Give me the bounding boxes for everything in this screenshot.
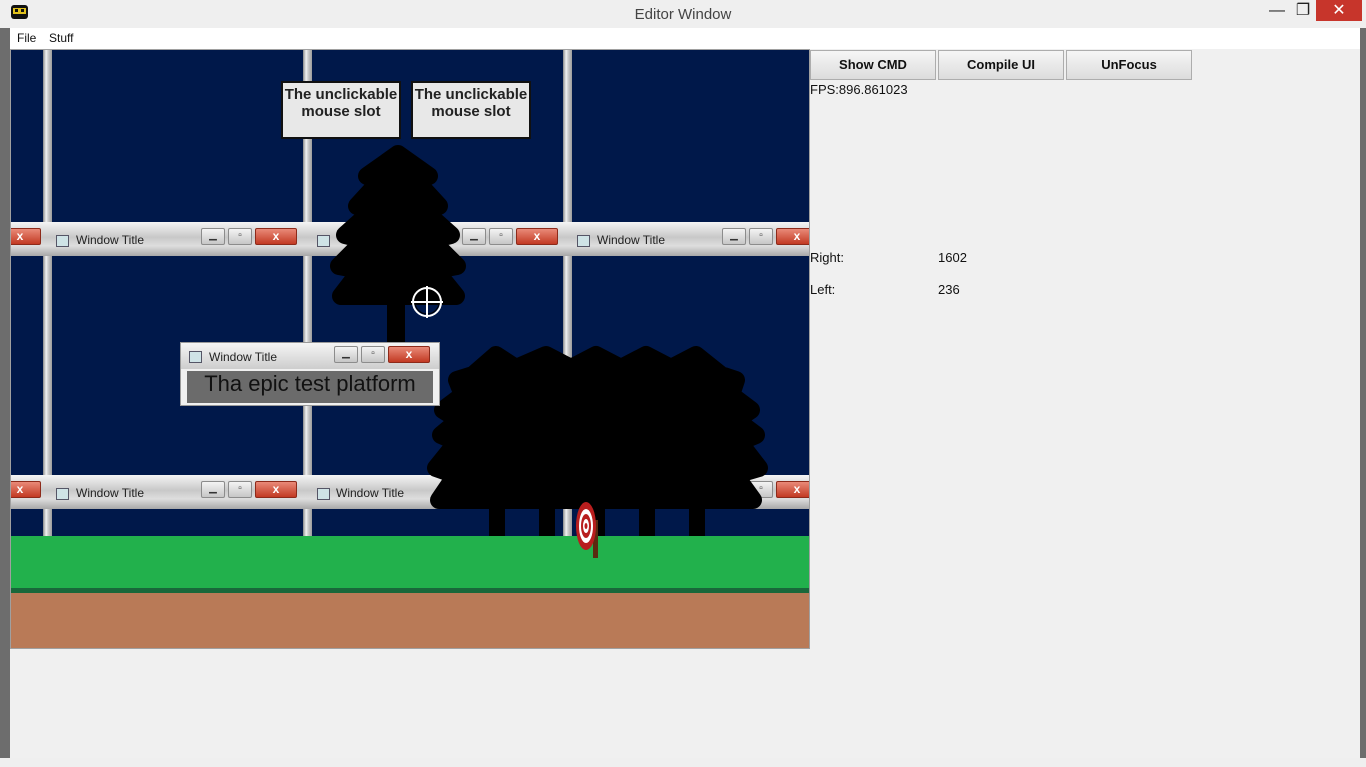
left-label: Left: bbox=[810, 282, 836, 297]
fps-readout: FPS:896.861023 bbox=[810, 82, 908, 97]
fps-value: 896.861023 bbox=[838, 82, 908, 97]
close-icon[interactable]: ✕ bbox=[1316, 0, 1362, 21]
right-value: 1602 bbox=[938, 250, 967, 265]
window-bottom-edge bbox=[0, 758, 1366, 767]
fps-label: FPS: bbox=[810, 82, 839, 97]
show-cmd-button[interactable]: Show CMD bbox=[810, 50, 936, 80]
title-bar[interactable]: Editor Window — ❐ ✕ bbox=[0, 0, 1366, 28]
unfocus-button[interactable]: UnFocus bbox=[1066, 50, 1192, 80]
right-label: Right: bbox=[810, 250, 844, 265]
window-title: Editor Window bbox=[634, 6, 732, 23]
menu-file[interactable]: File bbox=[17, 31, 36, 45]
compile-ui-button[interactable]: Compile UI bbox=[938, 50, 1064, 80]
left-value: 236 bbox=[938, 282, 960, 297]
maximize-icon[interactable]: ❐ bbox=[1288, 1, 1318, 21]
menu-bar: File Stuff bbox=[10, 28, 1360, 50]
viewport-border bbox=[10, 49, 810, 649]
menu-stuff[interactable]: Stuff bbox=[49, 31, 73, 45]
